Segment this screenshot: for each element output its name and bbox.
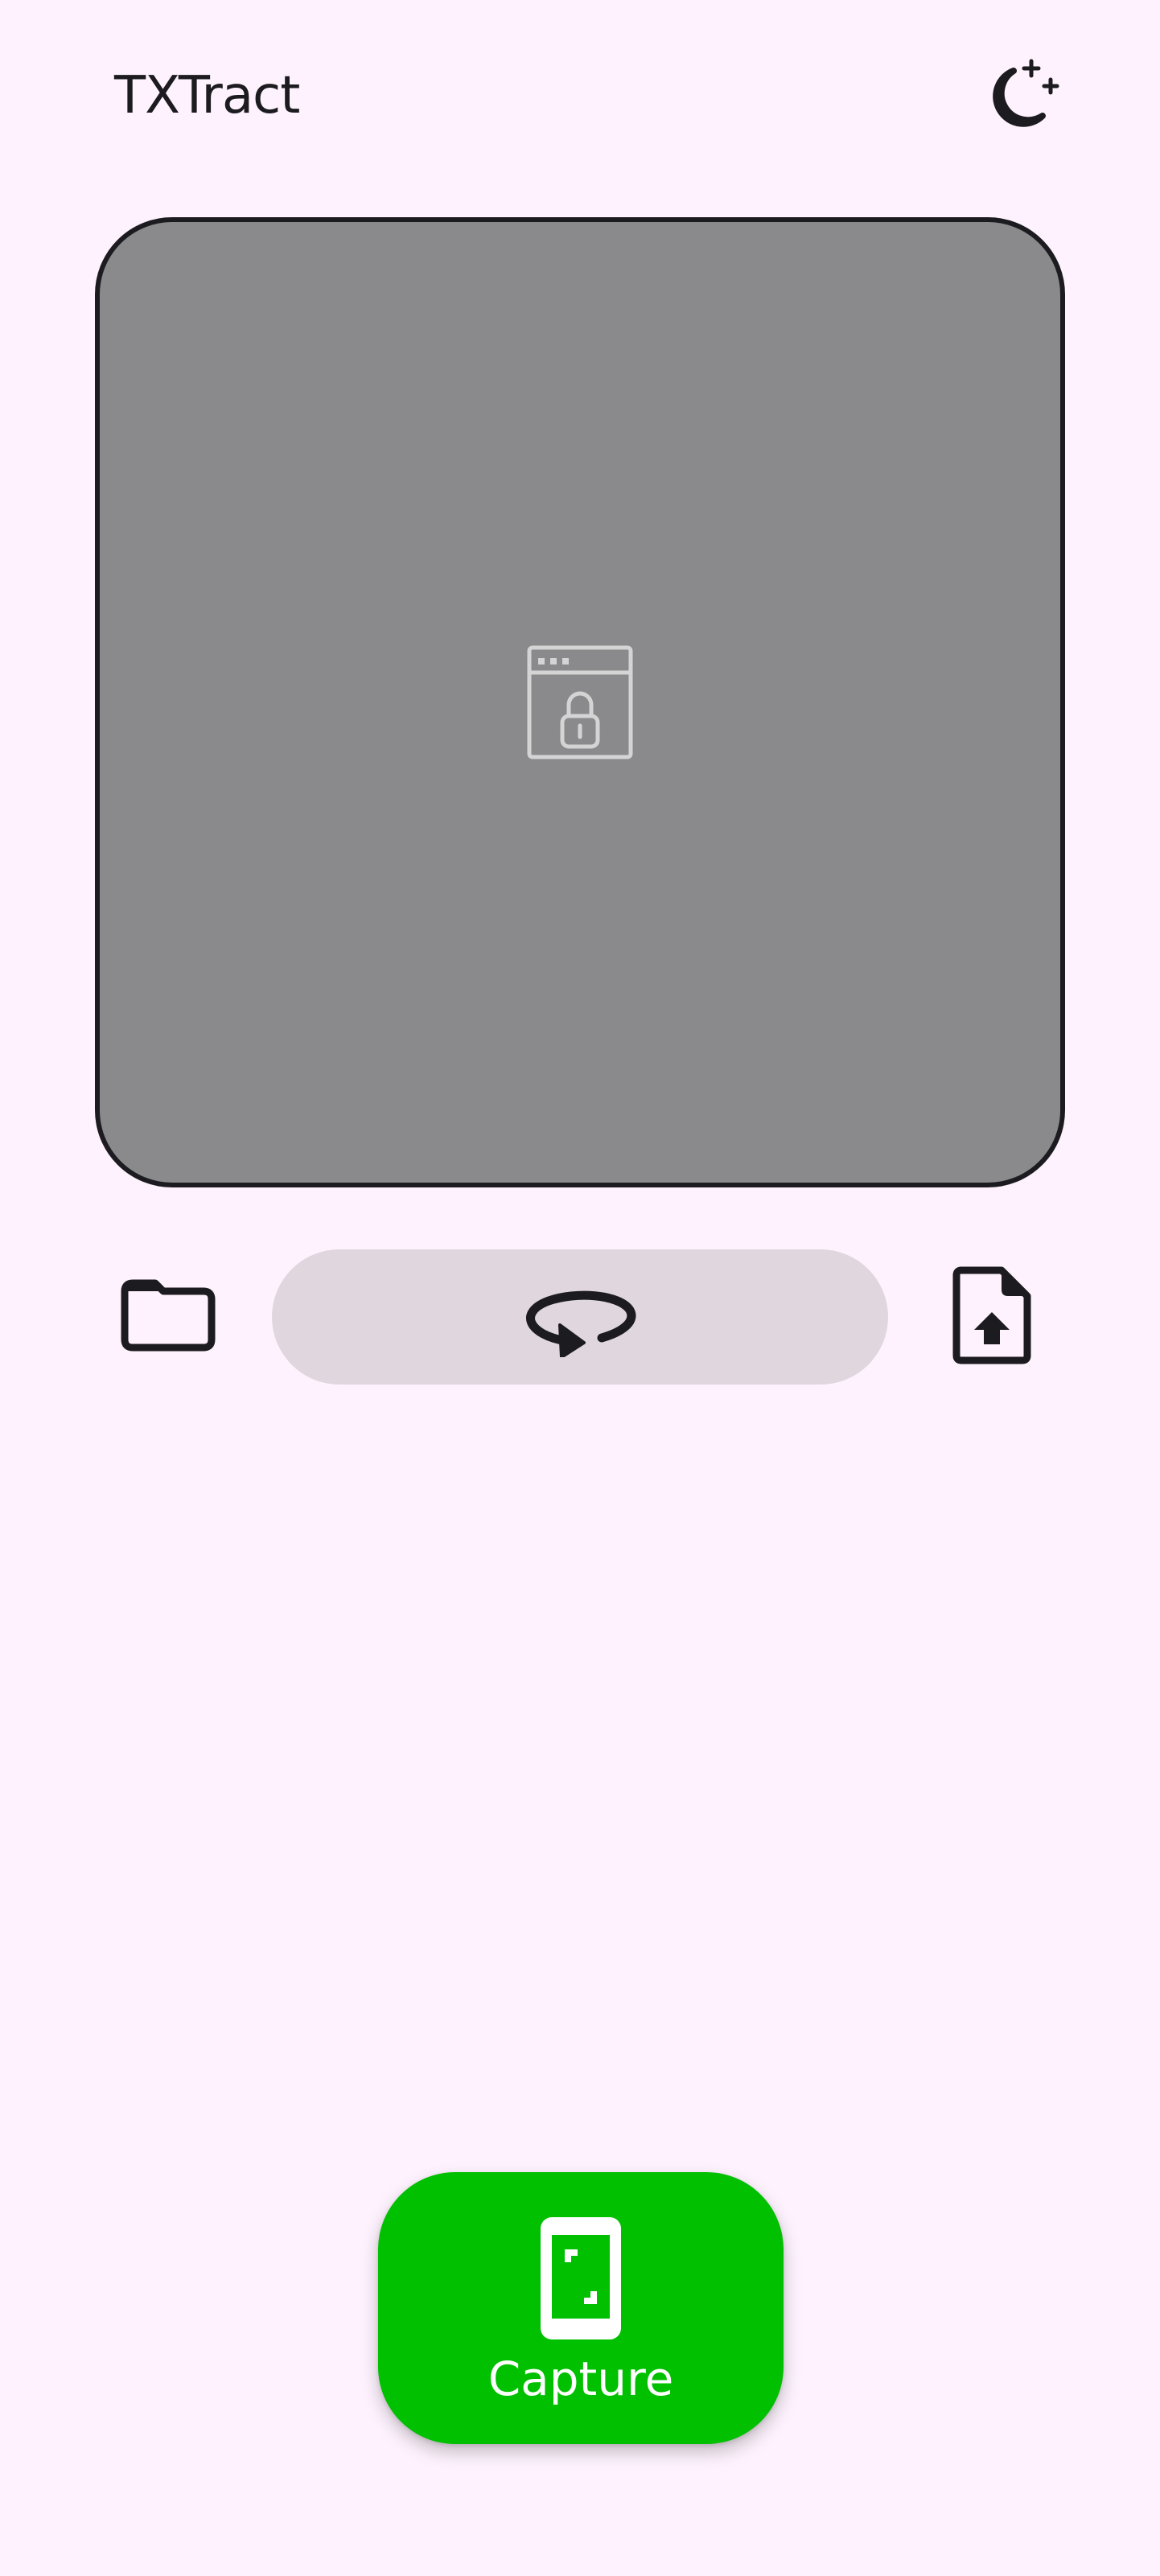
file-upload-icon [952, 1266, 1031, 1364]
rotate-icon [526, 1290, 636, 1357]
phone-scan-icon [541, 2217, 621, 2339]
upload-file-button[interactable] [932, 1255, 1052, 1376]
rotate-button[interactable] [272, 1249, 888, 1385]
moon-stars-icon [993, 59, 1059, 127]
capture-label: Capture [487, 2352, 674, 2406]
open-folder-button[interactable] [108, 1255, 228, 1376]
secure-window-lock-icon [527, 645, 633, 759]
theme-toggle-button[interactable] [965, 45, 1070, 150]
folder-icon [121, 1279, 216, 1352]
app-title: TXTract [114, 66, 300, 126]
capture-button[interactable]: Capture [378, 2172, 784, 2444]
image-preview [95, 217, 1065, 1187]
